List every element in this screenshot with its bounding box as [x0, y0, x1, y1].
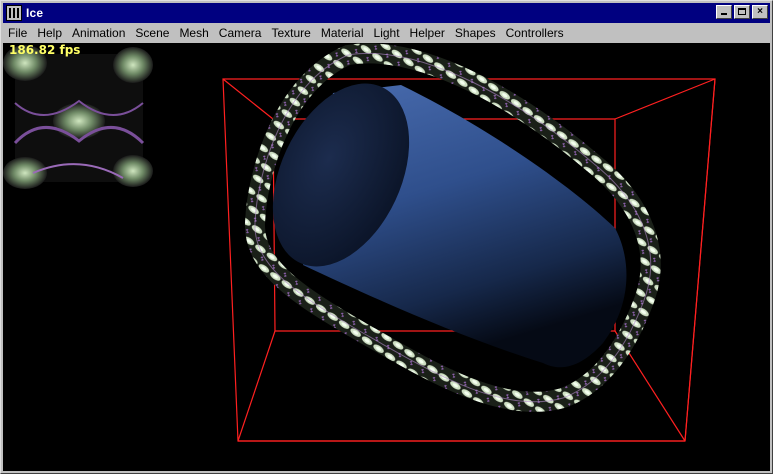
menu-file[interactable]: File	[3, 24, 32, 42]
menu-shapes[interactable]: Shapes	[450, 24, 501, 42]
window-title: Ice	[26, 6, 44, 20]
menu-animation[interactable]: Animation	[67, 24, 130, 42]
caption-buttons: ×	[714, 5, 768, 19]
menu-light[interactable]: Light	[369, 24, 405, 42]
title-bar[interactable]: Ice ×	[3, 3, 770, 23]
close-button[interactable]: ×	[752, 5, 768, 19]
ice-app-icon[interactable]	[6, 5, 22, 21]
app-window: Ice × File Help Animation Scene Mesh Cam…	[0, 0, 773, 474]
menu-texture[interactable]: Texture	[266, 24, 315, 42]
fps-counter: 186.82 fps	[9, 43, 81, 57]
cylinder-mesh	[272, 83, 627, 368]
menu-helper[interactable]: Helper	[405, 24, 450, 42]
render-viewport[interactable]: 186.82 fps	[3, 43, 770, 471]
menu-help[interactable]: Help	[32, 24, 67, 42]
minimize-button[interactable]	[716, 5, 732, 19]
menu-controllers[interactable]: Controllers	[501, 24, 569, 42]
texture-preview	[3, 45, 153, 189]
menu-camera[interactable]: Camera	[214, 24, 267, 42]
menu-bar: File Help Animation Scene Mesh Camera Te…	[3, 24, 770, 42]
menu-material[interactable]: Material	[316, 24, 369, 42]
maximize-button[interactable]	[734, 5, 750, 19]
scene-render	[3, 43, 716, 442]
menu-mesh[interactable]: Mesh	[174, 24, 213, 42]
menu-scene[interactable]: Scene	[130, 24, 174, 42]
